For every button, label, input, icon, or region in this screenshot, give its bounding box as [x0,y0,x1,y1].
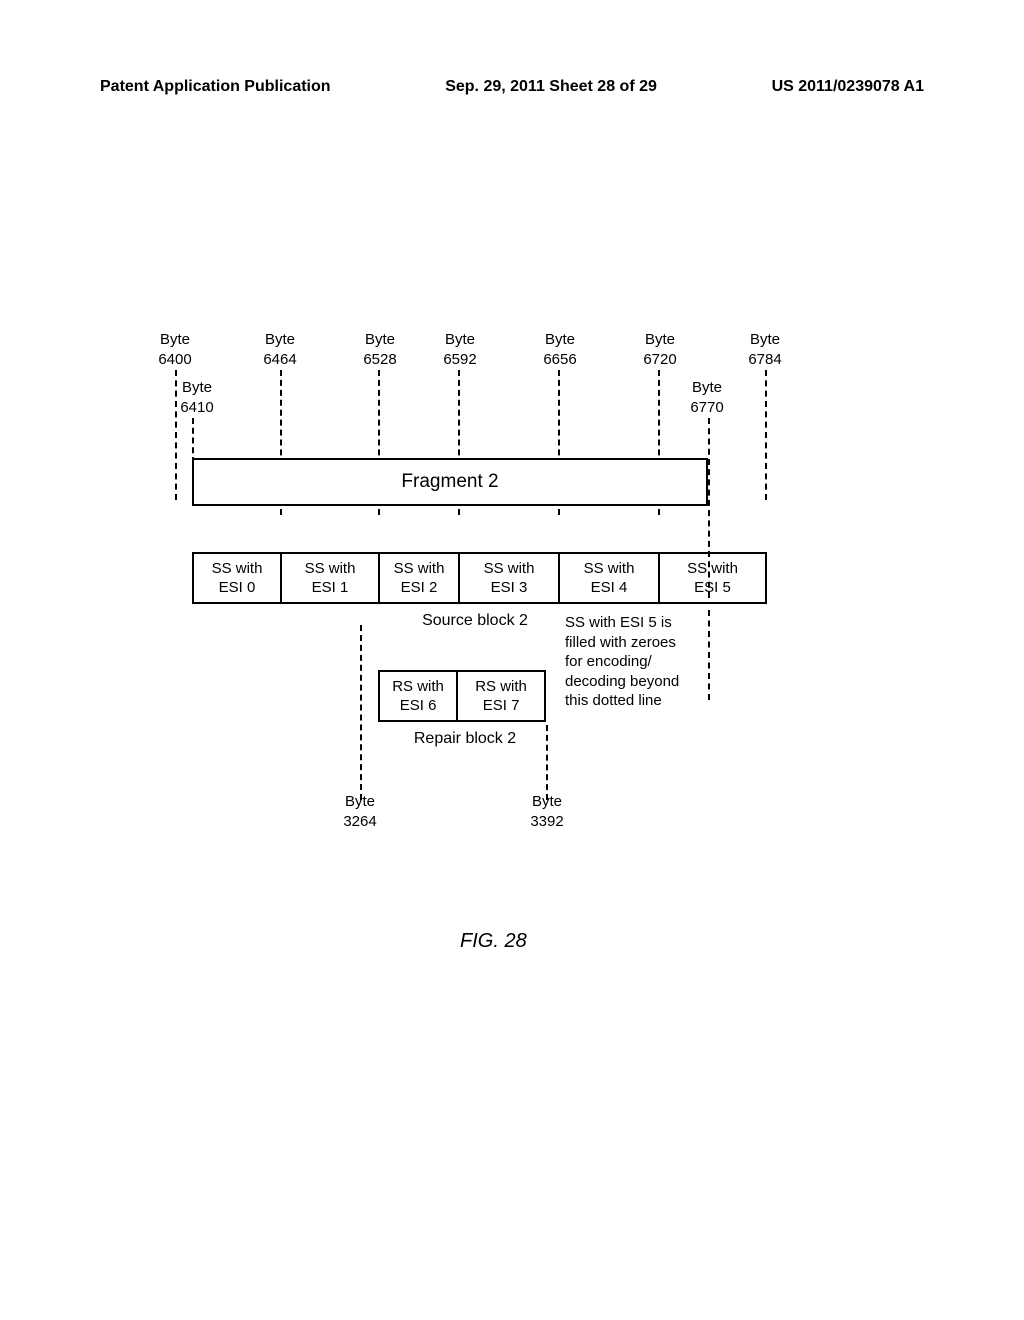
fragment-box: Fragment 2 [192,458,708,506]
byte-label-6656: Byte 6656 [535,330,585,369]
figure-label: FIG. 28 [460,930,527,953]
dash-3264 [360,625,362,800]
byte-label-6720: Byte 6720 [635,330,685,369]
dash-6784 [765,370,767,500]
repair-block-label: Repair block 2 [400,730,530,748]
dash-note [708,610,710,700]
ss-cell-5: SS with ESI 5 [660,554,765,602]
ss-cell-4: SS with ESI 4 [560,554,660,602]
byte-label-6784: Byte 6784 [740,330,790,369]
page-header: Patent Application Publication Sep. 29, … [0,78,1024,96]
dash-6400 [175,370,177,500]
byte-label-3392: Byte 3392 [522,792,572,831]
fragment-label: Fragment 2 [401,471,498,493]
source-block-row: SS with ESI 0 SS with ESI 1 SS with ESI … [192,552,767,604]
byte-label-6464: Byte 6464 [255,330,305,369]
header-publication: Patent Application Publication [100,78,331,96]
byte-label-6410: Byte 6410 [172,378,222,417]
rs-cell-0: RS with ESI 6 [380,672,458,720]
dash-3392 [546,725,548,800]
ss-cell-2: SS with ESI 2 [380,554,460,602]
source-block-label: Source block 2 [400,612,550,630]
diagram: Byte 6400 Byte 6464 Byte 6528 Byte 6592 … [160,330,860,930]
byte-label-6400: Byte 6400 [150,330,200,369]
ss-cell-0: SS with ESI 0 [194,554,282,602]
header-sheet-info: Sep. 29, 2011 Sheet 28 of 29 [445,78,657,96]
ss-cell-3: SS with ESI 3 [460,554,560,602]
byte-label-6528: Byte 6528 [355,330,405,369]
header-patent-number: US 2011/0239078 A1 [772,78,924,96]
dash-6410 [192,418,194,463]
byte-label-3264: Byte 3264 [335,792,385,831]
rs-cell-1: RS with ESI 7 [458,672,544,720]
repair-block-row: RS with ESI 6 RS with ESI 7 [378,670,546,722]
note-text: SS with ESI 5 is filled with zeroes for … [565,613,725,711]
byte-label-6592: Byte 6592 [435,330,485,369]
ss-cell-1: SS with ESI 1 [282,554,380,602]
byte-label-6770: Byte 6770 [682,378,732,417]
